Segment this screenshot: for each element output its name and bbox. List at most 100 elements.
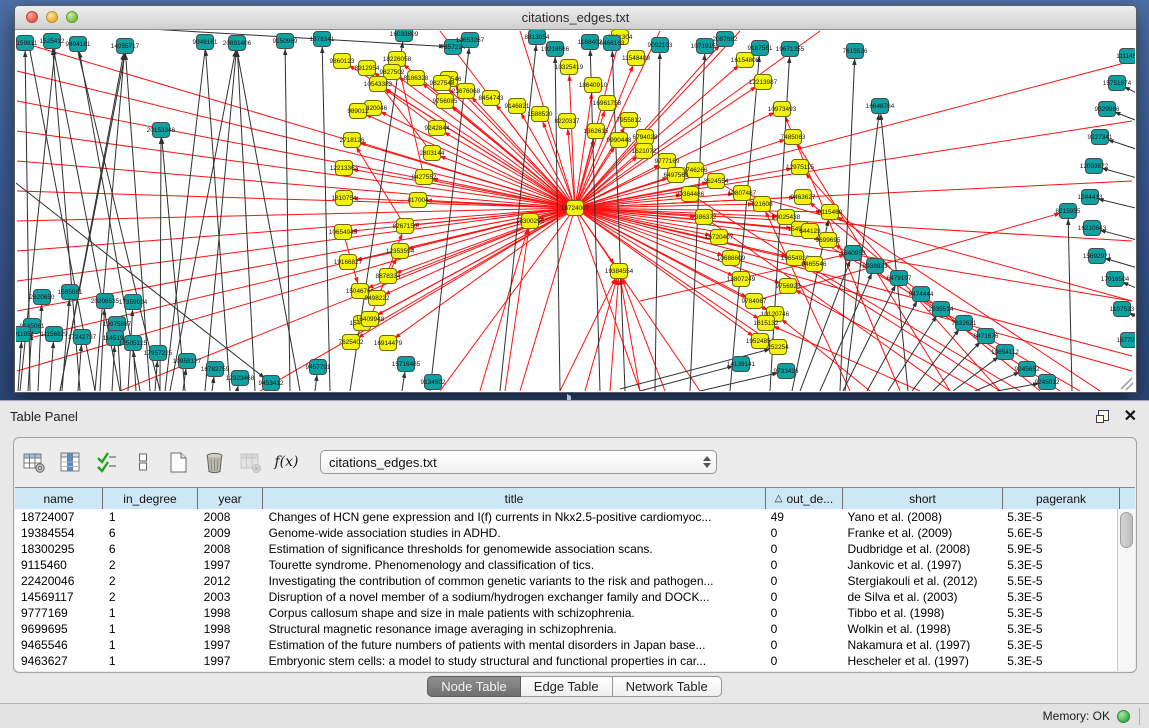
table-cell-title[interactable]: Tourette syndrome. Phenomenology and cla…: [263, 558, 765, 572]
table-cell-name[interactable]: 22420046: [15, 574, 103, 588]
citation-edge-black[interactable]: [402, 372, 405, 391]
table-cell-title[interactable]: Estimation of the future numbers of pati…: [263, 638, 765, 652]
scrollbar-thumb[interactable]: [1120, 512, 1133, 548]
close-panel-icon[interactable]: ✕: [1124, 410, 1137, 423]
table-cell-out-de-[interactable]: 0: [765, 526, 842, 540]
minimize-window-icon[interactable]: [46, 11, 58, 23]
table-cell-out-de-[interactable]: 0: [765, 622, 842, 636]
table-row[interactable]: 946362711997Embryonic stem cells: a mode…: [15, 653, 1118, 669]
table-cell-short[interactable]: Nakamura et al. (1997): [841, 638, 1001, 652]
table-cell-out-de-[interactable]: 0: [765, 542, 842, 556]
table-cell-pagerank[interactable]: 5.3E-5: [1001, 590, 1118, 604]
table-cell-pagerank[interactable]: 5.3E-5: [1001, 558, 1118, 572]
column-header-name[interactable]: name: [15, 488, 103, 509]
column-header-pagerank[interactable]: pagerank: [1003, 488, 1120, 509]
table-options-icon[interactable]: [22, 450, 47, 475]
table-cell-short[interactable]: Hescheler et al. (1997): [841, 654, 1001, 668]
function-builder-icon[interactable]: f(x): [274, 450, 299, 475]
table-row[interactable]: 946554611997Estimation of the future num…: [15, 637, 1118, 653]
citation-edge-black[interactable]: [1068, 219, 1072, 391]
trash-icon[interactable]: [202, 450, 227, 475]
table-cell-title[interactable]: Structural magnetic resonance image aver…: [263, 622, 765, 636]
pane-splitter-handle[interactable]: [567, 394, 581, 399]
table-cell-name[interactable]: 9465546: [15, 638, 103, 652]
table-cell-year[interactable]: 1997: [198, 638, 263, 652]
table-cell-title[interactable]: Investigating the contribution of common…: [263, 574, 765, 588]
citation-edge-black[interactable]: [315, 375, 317, 391]
table-cell-in-degree[interactable]: 1: [103, 638, 198, 652]
table-cell-year[interactable]: 1998: [198, 606, 263, 620]
table-cell-in-degree[interactable]: 1: [103, 654, 198, 668]
table-cell-name[interactable]: 9777169: [15, 606, 103, 620]
zoom-window-icon[interactable]: [66, 11, 78, 23]
table-cell-title[interactable]: Genome-wide association studies in ADHD.: [263, 526, 765, 540]
table-cell-pagerank[interactable]: 5.3E-5: [1001, 638, 1118, 652]
citation-edge-red[interactable]: [569, 75, 575, 208]
citation-network-view[interactable]: 1872400798601238912954182260589827502105…: [16, 30, 1135, 391]
memory-status-icon[interactable]: [1117, 710, 1130, 723]
citation-edge-black[interactable]: [50, 342, 53, 391]
citation-edge-black[interactable]: [1108, 140, 1135, 153]
table-cell-name[interactable]: 14569117: [15, 590, 103, 604]
float-panel-icon[interactable]: [1096, 410, 1109, 423]
table-cell-year[interactable]: 2008: [198, 542, 263, 556]
table-row[interactable]: 1830029562008Estimation of significance …: [15, 541, 1118, 557]
citation-edge-red[interactable]: [795, 290, 980, 391]
table-cell-pagerank[interactable]: 5.9E-5: [1001, 542, 1118, 556]
network-canvas[interactable]: 1872400798601238912954182260589827502105…: [16, 30, 1135, 391]
table-cell-pagerank[interactable]: 5.5E-5: [1001, 574, 1118, 588]
table-row[interactable]: 1938455462009Genome-wide association stu…: [15, 525, 1118, 541]
table-cell-in-degree[interactable]: 6: [103, 542, 198, 556]
close-window-icon[interactable]: [26, 11, 38, 23]
citation-edge-red[interactable]: [17, 101, 575, 208]
citation-edge-red[interactable]: [560, 278, 615, 391]
table-row[interactable]: 2242004622012Investigating the contribut…: [15, 573, 1118, 589]
table-cell-name[interactable]: 9463627: [15, 654, 103, 668]
table-cell-out-de-[interactable]: 0: [765, 654, 842, 668]
table-cell-pagerank[interactable]: 5.3E-5: [1001, 654, 1118, 668]
table-body[interactable]: 1872400712008Changes of HCN gene express…: [15, 509, 1118, 671]
citation-edge-black[interactable]: [1098, 199, 1135, 211]
citation-edge-red[interactable]: [610, 279, 618, 391]
citation-edge-black[interactable]: [165, 50, 205, 391]
citation-edge-black[interactable]: [867, 301, 917, 391]
citation-edge-red[interactable]: [17, 161, 575, 208]
table-cell-name[interactable]: 19384554: [15, 526, 103, 540]
table-row[interactable]: 977716911998Corpus callosum shape and si…: [15, 605, 1118, 621]
table-cell-title[interactable]: Estimation of significance thresholds fo…: [263, 542, 765, 556]
citation-edge-black[interactable]: [640, 366, 733, 391]
window-titlebar[interactable]: citations_edges.txt: [15, 6, 1136, 30]
table-cell-year[interactable]: 1997: [198, 558, 263, 572]
select-check-icon[interactable]: [94, 450, 119, 475]
column-header-title[interactable]: title: [263, 488, 766, 509]
citation-edge-black[interactable]: [1122, 282, 1135, 293]
citation-edge-black[interactable]: [237, 386, 238, 391]
table-row[interactable]: 911546021997Tourette syndrome. Phenomeno…: [15, 557, 1118, 573]
table-cell-short[interactable]: Stergiakouli et al. (2012): [841, 574, 1001, 588]
table-cell-out-de-[interactable]: 49: [765, 510, 842, 524]
citation-edge-red[interactable]: [480, 229, 528, 391]
table-cell-pagerank[interactable]: 5.3E-5: [1001, 622, 1118, 636]
citation-edge-red[interactable]: [575, 208, 1132, 356]
table-cell-in-degree[interactable]: 1: [103, 606, 198, 620]
citation-edge-black[interactable]: [933, 342, 980, 391]
table-cell-pagerank[interactable]: 5.6E-5: [1001, 526, 1118, 540]
citation-edge-black[interactable]: [555, 57, 560, 391]
table-cell-pagerank[interactable]: 5.3E-5: [1001, 510, 1118, 524]
new-document-icon[interactable]: [166, 450, 191, 475]
tab-node-table[interactable]: Node Table: [427, 676, 521, 697]
table-cell-short[interactable]: Jankovic et al. (1997): [841, 558, 1001, 572]
table-vertical-scrollbar[interactable]: [1117, 509, 1135, 671]
column-header-out-de-[interactable]: △out_de...: [766, 488, 843, 509]
table-cell-year[interactable]: 2012: [198, 574, 263, 588]
citation-edge-black[interactable]: [1102, 168, 1135, 181]
table-row[interactable]: 1872400712008Changes of HCN gene express…: [15, 509, 1118, 525]
table-select-dropdown[interactable]: citations_edges.txt: [320, 450, 717, 474]
table-row[interactable]: 969969511998Structural magnetic resonanc…: [15, 621, 1118, 637]
table-cell-year[interactable]: 1998: [198, 622, 263, 636]
table-cell-year[interactable]: 2009: [198, 526, 263, 540]
table-cell-short[interactable]: Dudbridge et al. (2008): [841, 542, 1001, 556]
table-cell-out-de-[interactable]: 0: [765, 590, 842, 604]
table-cell-name[interactable]: 18300295: [15, 542, 103, 556]
table-cell-in-degree[interactable]: 1: [103, 622, 198, 636]
